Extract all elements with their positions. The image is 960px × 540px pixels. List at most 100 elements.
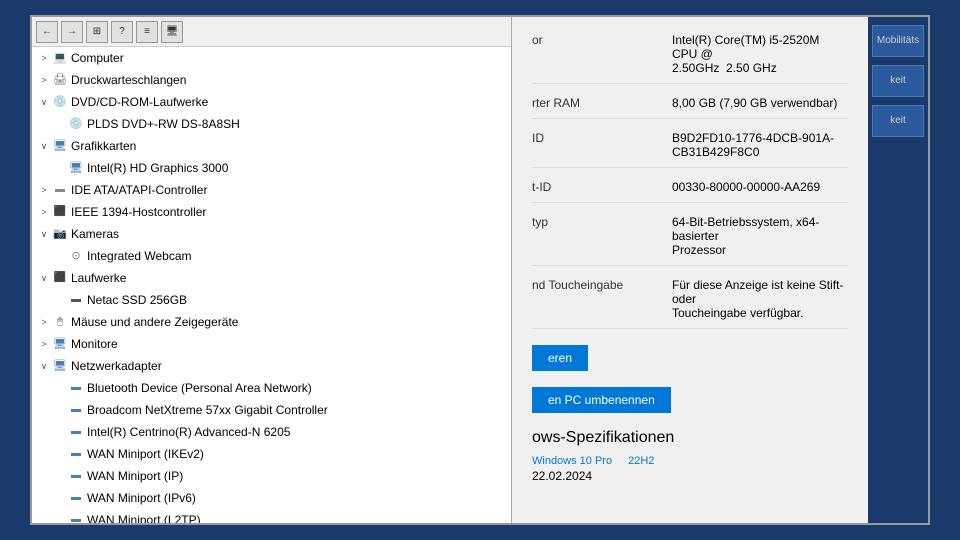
- tree-item[interactable]: ∨ 📷 Kameras: [32, 223, 511, 245]
- tree-item[interactable]: > ⬛ IEEE 1394-Hostcontroller: [32, 201, 511, 223]
- dvd-icon: 💿: [52, 94, 68, 110]
- keit-button-2[interactable]: keit: [872, 105, 924, 137]
- menu-button[interactable]: ≡: [136, 21, 158, 43]
- monitor-icon: 🖥: [52, 336, 68, 352]
- expand-icon: ∨: [36, 93, 52, 111]
- net-adapter-icon: ▬: [68, 380, 84, 396]
- back-button[interactable]: ←: [36, 21, 58, 43]
- windows-version-label: 22H2: [628, 455, 654, 467]
- net-adapter-icon: ▬: [68, 512, 84, 523]
- item-label: Druckwarteschlangen: [71, 71, 186, 89]
- forward-button[interactable]: →: [61, 21, 83, 43]
- spec-value-pid: 00330-80000-00000-AA269: [672, 180, 848, 194]
- tree-item[interactable]: ▬ Bluetooth Device (Personal Area Networ…: [32, 377, 511, 399]
- net-adapter-icon: ▬: [68, 446, 84, 462]
- tree-item[interactable]: ∨ ⬛ Laufwerke: [32, 267, 511, 289]
- windows-edition: Windows 10 Pro: [532, 455, 612, 469]
- tree-item[interactable]: ∨ 💿 DVD/CD-ROM-Laufwerke: [32, 91, 511, 113]
- item-label: Monitore: [71, 335, 118, 353]
- actions-row: eren: [532, 341, 848, 375]
- spec-row-id: ID B9D2FD10-1776-4DCB-901A-CB31B429F8C0: [532, 131, 848, 168]
- tree-item[interactable]: > ▬ IDE ATA/ATAPI-Controller: [32, 179, 511, 201]
- windows-details: Windows 10 Pro 22H2: [532, 455, 848, 469]
- screen-container: ← → ⊞ ? ≡ 🖥 > 💻 Computer > 🖨 Druckwartes…: [30, 15, 930, 525]
- spec-value-ram: 8,00 GB (7,90 GB verwendbar): [672, 96, 848, 110]
- tree-item[interactable]: > 🖨 Druckwarteschlangen: [32, 69, 511, 91]
- item-label: Grafikkarten: [71, 137, 136, 155]
- tree-item[interactable]: ▬ WAN Miniport (L2TP): [32, 509, 511, 523]
- item-label: IEEE 1394-Hostcontroller: [71, 203, 206, 221]
- tree-item[interactable]: ▬ WAN Miniport (IKEv2): [32, 443, 511, 465]
- expand-icon: >: [36, 49, 52, 67]
- spec-row-ram: rter RAM 8,00 GB (7,90 GB verwendbar): [532, 96, 848, 119]
- device-tree[interactable]: > 💻 Computer > 🖨 Druckwarteschlangen ∨ 💿…: [32, 47, 511, 523]
- item-label: WAN Miniport (IPv6): [87, 489, 196, 507]
- item-label: Broadcom NetXtreme 57xx Gigabit Controll…: [87, 401, 328, 419]
- spec-label: rter RAM: [532, 96, 672, 110]
- tree-item[interactable]: ⊙ Integrated Webcam: [32, 245, 511, 267]
- keit-button-1[interactable]: keit: [872, 65, 924, 97]
- item-label: Integrated Webcam: [87, 247, 192, 265]
- tree-item[interactable]: > 💻 Computer: [32, 47, 511, 69]
- net-adapter-icon: ▬: [68, 468, 84, 484]
- tree-item[interactable]: ▬ WAN Miniport (IPv6): [32, 487, 511, 509]
- tree-item[interactable]: 🖥 Intel(R) HD Graphics 3000: [32, 157, 511, 179]
- item-label: Netzwerkadapter: [71, 357, 162, 375]
- item-label: Intel(R) HD Graphics 3000: [87, 159, 228, 177]
- tree-item[interactable]: > 🖱 Mäuse und andere Zeigegeräte: [32, 311, 511, 333]
- mobilitaet-button[interactable]: Mobilitäts: [872, 25, 924, 57]
- computer-icon: 💻: [52, 50, 68, 66]
- webcam-icon: ⊙: [68, 248, 84, 264]
- camera-icon: 📷: [52, 226, 68, 242]
- expand-icon: >: [36, 71, 52, 89]
- spec-row-pid: t-ID 00330-80000-00000-AA269: [532, 180, 848, 203]
- tree-item[interactable]: 💿 PLDS DVD+-RW DS-8A8SH: [32, 113, 511, 135]
- system-info-panel: or Intel(R) Core(TM) i5-2520M CPU @2.50G…: [512, 17, 868, 523]
- spec-label: ID: [532, 131, 672, 159]
- tree-item[interactable]: ▬ Broadcom NetXtreme 57xx Gigabit Contro…: [32, 399, 511, 421]
- expand-icon: ∨: [36, 269, 52, 287]
- windows-date: 22.02.2024: [532, 469, 848, 483]
- tree-item[interactable]: ∨ 🖥 Grafikkarten: [32, 135, 511, 157]
- network-icon: 🖥: [52, 358, 68, 374]
- expand-icon: >: [36, 181, 52, 199]
- tree-item[interactable]: > 🖥 Monitore: [32, 333, 511, 355]
- aktivieren-button[interactable]: eren: [532, 345, 588, 371]
- item-label: IDE ATA/ATAPI-Controller: [71, 181, 207, 199]
- expand-icon: >: [36, 313, 52, 331]
- spec-row-processor: or Intel(R) Core(TM) i5-2520M CPU @2.50G…: [532, 33, 848, 84]
- tree-item[interactable]: ▬ Netac SSD 256GB: [32, 289, 511, 311]
- rename-button[interactable]: en PC umbenennen: [532, 387, 671, 413]
- item-label: Kameras: [71, 225, 119, 243]
- spec-value-processor: Intel(R) Core(TM) i5-2520M CPU @2.50GHz …: [672, 33, 848, 75]
- drive-icon: ⬛: [52, 270, 68, 286]
- spec-row-type: typ 64-Bit-Betriebssystem, x64-basierter…: [532, 215, 848, 266]
- gpu-icon: 🖥: [52, 138, 68, 154]
- window-button[interactable]: ⊞: [86, 21, 108, 43]
- tree-item[interactable]: ▬ WAN Miniport (IP): [32, 465, 511, 487]
- item-label: Intel(R) Centrino(R) Advanced-N 6205: [87, 423, 290, 441]
- item-label: WAN Miniport (IKEv2): [87, 445, 204, 463]
- item-label: WAN Miniport (L2TP): [87, 511, 201, 523]
- windows-spec-header: ows-Spezifikationen: [532, 429, 848, 447]
- printer-icon: 🖨: [52, 72, 68, 88]
- windows-edition-label: Windows 10 Pro: [532, 455, 612, 467]
- item-label: Bluetooth Device (Personal Area Network): [87, 379, 312, 397]
- net-adapter-icon: ▬: [68, 490, 84, 506]
- spec-value-id: B9D2FD10-1776-4DCB-901A-CB31B429F8C0: [672, 131, 848, 159]
- ieee-icon: ⬛: [52, 204, 68, 220]
- item-label: PLDS DVD+-RW DS-8A8SH: [87, 115, 240, 133]
- expand-icon: ∨: [36, 357, 52, 375]
- spec-label: nd Toucheingabe: [532, 278, 672, 320]
- net-adapter-icon: ▬: [68, 424, 84, 440]
- spec-label: or: [532, 33, 672, 75]
- tree-item[interactable]: ▬ Intel(R) Centrino(R) Advanced-N 6205: [32, 421, 511, 443]
- spec-value-type: 64-Bit-Betriebssystem, x64-basierterProz…: [672, 215, 848, 257]
- item-label: Computer: [71, 49, 124, 67]
- disc-icon: 💿: [68, 116, 84, 132]
- display-button[interactable]: 🖥: [161, 21, 183, 43]
- gpu-icon: 🖥: [68, 160, 84, 176]
- spec-label: t-ID: [532, 180, 672, 194]
- help-button[interactable]: ?: [111, 21, 133, 43]
- tree-item[interactable]: ∨ 🖥 Netzwerkadapter: [32, 355, 511, 377]
